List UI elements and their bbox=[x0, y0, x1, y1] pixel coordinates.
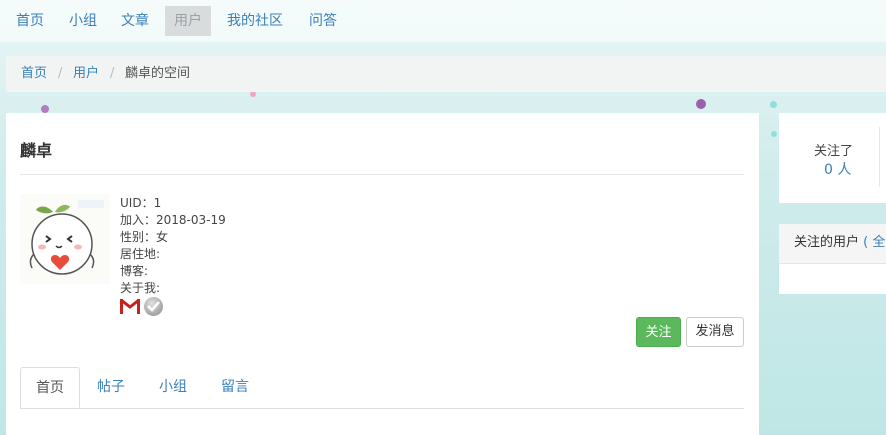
top-navigation: 首页 小组 文章 用户 我的社区 问答 bbox=[0, 0, 886, 42]
profile-name: 麟卓 bbox=[20, 141, 53, 160]
tab-groups[interactable]: 小组 bbox=[144, 367, 202, 408]
following-label: 关注了 bbox=[814, 144, 854, 159]
profile-card: 麟卓 UID：1 加入：2018-03-19 性别：女 居住地: 博客: 关于我… bbox=[6, 113, 759, 435]
profile-blog: 博客: bbox=[120, 264, 149, 278]
decor-dot bbox=[771, 131, 777, 137]
tab-messages[interactable]: 留言 bbox=[206, 367, 264, 408]
profile-joined: 加入：2018-03-19 bbox=[120, 213, 226, 227]
follow-button[interactable]: 关注 bbox=[636, 317, 681, 347]
verified-check-icon bbox=[144, 297, 163, 316]
breadcrumb: 首页 / 用户 / 麟卓的空间 bbox=[6, 56, 886, 92]
nav-item-users[interactable]: 用户 bbox=[165, 6, 211, 36]
following-users-header: 关注的用户 ( 全 bbox=[779, 224, 886, 264]
breadcrumb-separator: / bbox=[110, 66, 115, 81]
send-message-button[interactable]: 发消息 bbox=[686, 317, 744, 347]
decor-dot bbox=[41, 105, 49, 113]
profile-uid: UID：1 bbox=[120, 196, 162, 210]
nav-item-articles[interactable]: 文章 bbox=[112, 6, 158, 36]
divider bbox=[879, 127, 880, 187]
profile-info: UID：1 加入：2018-03-19 性别：女 居住地: 博客: 关于我: bbox=[120, 195, 226, 297]
breadcrumb-home[interactable]: 首页 bbox=[21, 66, 47, 81]
tab-home[interactable]: 首页 bbox=[20, 367, 80, 408]
breadcrumb-current: 麟卓的空间 bbox=[125, 66, 191, 81]
following-users-title: 关注的用户 bbox=[794, 235, 860, 250]
profile-tabs: 首页 帖子 小组 留言 bbox=[20, 367, 744, 409]
divider bbox=[20, 174, 744, 175]
gmail-icon[interactable] bbox=[120, 298, 140, 314]
nav-item-qa[interactable]: 问答 bbox=[300, 6, 346, 36]
decor-dot bbox=[770, 101, 777, 108]
following-count[interactable]: 0 人 bbox=[824, 159, 851, 179]
tab-posts[interactable]: 帖子 bbox=[82, 367, 140, 408]
avatar bbox=[20, 194, 110, 284]
decor-dot bbox=[696, 99, 706, 109]
following-users-panel: 关注的用户 ( 全 bbox=[779, 224, 886, 294]
profile-location: 居住地: bbox=[120, 247, 161, 261]
breadcrumb-separator: / bbox=[58, 66, 63, 81]
profile-gender: 性别：女 bbox=[120, 230, 169, 244]
nav-item-home[interactable]: 首页 bbox=[7, 6, 53, 36]
breadcrumb-users[interactable]: 用户 bbox=[73, 66, 99, 81]
profile-about: 关于我: bbox=[120, 281, 161, 295]
nav-item-groups[interactable]: 小组 bbox=[60, 6, 106, 36]
following-users-all-link[interactable]: ( 全 bbox=[863, 235, 885, 250]
follow-stats: 关注了 0 人 bbox=[779, 113, 886, 203]
nav-item-my-community[interactable]: 我的社区 bbox=[218, 6, 292, 36]
